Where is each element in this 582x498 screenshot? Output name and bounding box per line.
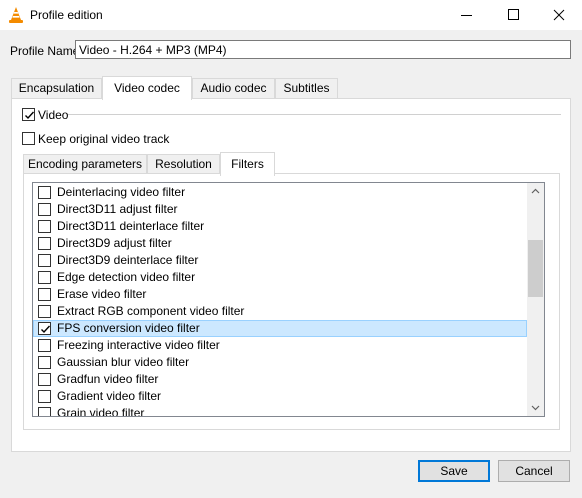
filter-label: Gradient video filter xyxy=(57,389,162,403)
filter-checkbox[interactable] xyxy=(38,305,51,318)
vertical-scrollbar[interactable] xyxy=(527,183,544,416)
maximize-icon xyxy=(508,9,519,20)
filter-list-item[interactable]: Freezing interactive video filter xyxy=(33,337,527,354)
filter-checkbox[interactable] xyxy=(38,356,51,369)
filter-checkbox[interactable] xyxy=(38,203,51,216)
filter-label: Extract RGB component video filter xyxy=(57,304,245,318)
filter-label: Grain video filter xyxy=(57,406,145,417)
filter-list-item[interactable]: Erase video filter xyxy=(33,286,527,303)
close-icon xyxy=(553,9,565,21)
tab-filters[interactable]: Filters xyxy=(220,152,275,176)
filter-checkbox[interactable] xyxy=(38,220,51,233)
scroll-up-button[interactable] xyxy=(527,183,544,200)
filter-list-item[interactable]: Grain video filter xyxy=(33,405,527,417)
filter-list-item[interactable]: FPS conversion video filter xyxy=(33,320,527,337)
scroll-down-button[interactable] xyxy=(527,399,544,416)
filter-label: Gradfun video filter xyxy=(57,372,159,386)
chevron-up-icon xyxy=(531,188,540,194)
filter-list-item[interactable]: Edge detection video filter xyxy=(33,269,527,286)
minimize-icon xyxy=(461,15,472,16)
filters-list: Deinterlacing video filter Direct3D11 adj… xyxy=(32,182,545,417)
filter-checkbox[interactable] xyxy=(38,186,51,199)
tab-audio-codec[interactable]: Audio codec xyxy=(192,78,275,99)
chevron-down-icon xyxy=(531,405,540,411)
filter-label: Direct3D11 adjust filter xyxy=(57,202,178,216)
window-title: Profile edition xyxy=(30,8,103,22)
filter-list-item[interactable]: Deinterlacing video filter xyxy=(33,184,527,201)
filter-list-item[interactable]: Direct3D11 deinterlace filter xyxy=(33,218,527,235)
video-label: Video xyxy=(38,108,69,122)
filter-checkbox[interactable] xyxy=(38,288,51,301)
filter-checkbox[interactable] xyxy=(38,373,51,386)
profile-name-input[interactable] xyxy=(75,40,571,59)
keep-original-checkbox[interactable] xyxy=(22,132,35,145)
close-button[interactable] xyxy=(536,0,582,30)
filter-list-item[interactable]: Direct3D9 adjust filter xyxy=(33,235,527,252)
filter-list-item[interactable]: Gaussian blur video filter xyxy=(33,354,527,371)
sub-tab-bar: Encoding parameters Resolution Filters xyxy=(23,152,283,176)
scroll-thumb[interactable] xyxy=(528,240,543,297)
keep-original-label: Keep original video track xyxy=(38,132,170,146)
check-icon xyxy=(41,325,51,334)
group-divider xyxy=(68,114,561,115)
filter-list-item[interactable]: Extract RGB component video filter xyxy=(33,303,527,320)
filter-label: Direct3D11 deinterlace filter xyxy=(57,219,205,233)
filter-label: Direct3D9 deinterlace filter xyxy=(57,253,199,267)
tab-encapsulation[interactable]: Encapsulation xyxy=(11,78,102,99)
filter-label: Freezing interactive video filter xyxy=(57,338,220,352)
filter-list-item[interactable]: Direct3D9 deinterlace filter xyxy=(33,252,527,269)
tab-video-codec[interactable]: Video codec xyxy=(102,76,192,100)
tab-subtitles[interactable]: Subtitles xyxy=(275,78,338,99)
filter-checkbox[interactable] xyxy=(38,339,51,352)
filter-label: FPS conversion video filter xyxy=(57,321,200,335)
filter-checkbox[interactable] xyxy=(38,390,51,403)
filter-checkbox[interactable] xyxy=(38,237,51,250)
tab-encoding-parameters[interactable]: Encoding parameters xyxy=(23,154,147,175)
filter-checkbox[interactable] xyxy=(38,254,51,267)
maximize-button[interactable] xyxy=(490,0,536,30)
save-button[interactable]: Save xyxy=(418,460,490,482)
filter-label: Erase video filter xyxy=(57,287,147,301)
check-icon xyxy=(25,111,35,120)
filter-checkbox[interactable] xyxy=(38,407,51,416)
filter-list-item[interactable]: Gradient video filter xyxy=(33,388,527,405)
filter-checkbox[interactable] xyxy=(38,271,51,284)
tab-resolution[interactable]: Resolution xyxy=(147,154,220,175)
filter-label: Edge detection video filter xyxy=(57,270,196,284)
filter-label: Deinterlacing video filter xyxy=(57,185,186,199)
cancel-button[interactable]: Cancel xyxy=(498,460,570,482)
video-checkbox[interactable] xyxy=(22,108,35,121)
vlc-cone-icon xyxy=(9,7,23,23)
filter-checkbox[interactable] xyxy=(38,322,51,335)
filter-label: Direct3D9 adjust filter xyxy=(57,236,172,250)
main-tab-bar: Encapsulation Video codec Audio codec Su… xyxy=(11,76,338,100)
profile-name-label: Profile Name xyxy=(10,44,80,58)
filter-list-item[interactable]: Gradfun video filter xyxy=(33,371,527,388)
filter-label: Gaussian blur video filter xyxy=(57,355,190,369)
filter-list-item[interactable]: Direct3D11 adjust filter xyxy=(33,201,527,218)
minimize-button[interactable] xyxy=(444,0,490,30)
title-bar: Profile edition xyxy=(0,0,582,30)
